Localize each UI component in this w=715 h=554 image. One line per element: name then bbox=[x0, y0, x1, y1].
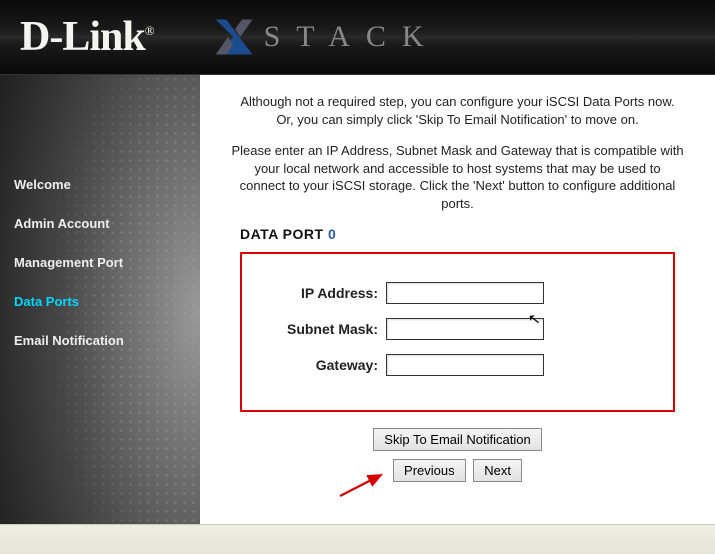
port-number: 0 bbox=[328, 226, 336, 242]
x-icon bbox=[214, 16, 256, 58]
intro-text: Although not a required step, you can co… bbox=[230, 93, 685, 212]
intro-paragraph-2: Please enter an IP Address, Subnet Mask … bbox=[230, 142, 685, 212]
form-container: IP Address: Subnet Mask: Gateway: bbox=[240, 252, 675, 412]
input-subnet-mask[interactable] bbox=[386, 318, 544, 340]
sidebar-item-email-notification[interactable]: Email Notification bbox=[0, 321, 200, 360]
sidebar-item-label: Data Ports bbox=[14, 294, 79, 309]
sidebar-item-label: Admin Account bbox=[14, 216, 110, 231]
skip-button[interactable]: Skip To Email Notification bbox=[373, 428, 541, 451]
row-subnet-mask: Subnet Mask: bbox=[258, 318, 649, 340]
row-gateway: Gateway: bbox=[258, 354, 649, 376]
sidebar-item-label: Email Notification bbox=[14, 333, 124, 348]
next-button[interactable]: Next bbox=[473, 459, 522, 482]
app-header: D-Link® STACK bbox=[0, 0, 715, 75]
row-ip-address: IP Address: bbox=[258, 282, 649, 304]
sidebar-item-label: Welcome bbox=[14, 177, 71, 192]
brand-logo-text: D-Link bbox=[20, 14, 145, 60]
label-ip-address: IP Address: bbox=[258, 285, 378, 301]
product-logo: STACK bbox=[214, 16, 440, 58]
brand-reg-mark: ® bbox=[145, 23, 154, 38]
sidebar-item-data-ports[interactable]: Data Ports bbox=[0, 282, 200, 321]
sidebar-item-label: Management Port bbox=[14, 255, 123, 270]
sidebar-item-admin-account[interactable]: Admin Account bbox=[0, 204, 200, 243]
input-ip-address[interactable] bbox=[386, 282, 544, 304]
sidebar: Welcome Admin Account Management Port Da… bbox=[0, 75, 200, 554]
label-subnet-mask: Subnet Mask: bbox=[258, 321, 378, 337]
intro-paragraph-1: Although not a required step, you can co… bbox=[230, 93, 685, 128]
sidebar-item-welcome[interactable]: Welcome bbox=[0, 165, 200, 204]
sidebar-item-management-port[interactable]: Management Port bbox=[0, 243, 200, 282]
main-content: Although not a required step, you can co… bbox=[200, 75, 715, 554]
brand-logo: D-Link® bbox=[20, 13, 154, 61]
footer-strip bbox=[0, 524, 715, 554]
input-gateway[interactable] bbox=[386, 354, 544, 376]
section-title-prefix: DATA PORT bbox=[240, 226, 328, 242]
previous-button[interactable]: Previous bbox=[393, 459, 466, 482]
body: Welcome Admin Account Management Port Da… bbox=[0, 75, 715, 554]
product-logo-text: STACK bbox=[264, 20, 440, 54]
label-gateway: Gateway: bbox=[258, 357, 378, 373]
section-title: DATA PORT 0 bbox=[240, 226, 685, 242]
button-row: Skip To Email Notification Previous Next bbox=[230, 424, 685, 486]
